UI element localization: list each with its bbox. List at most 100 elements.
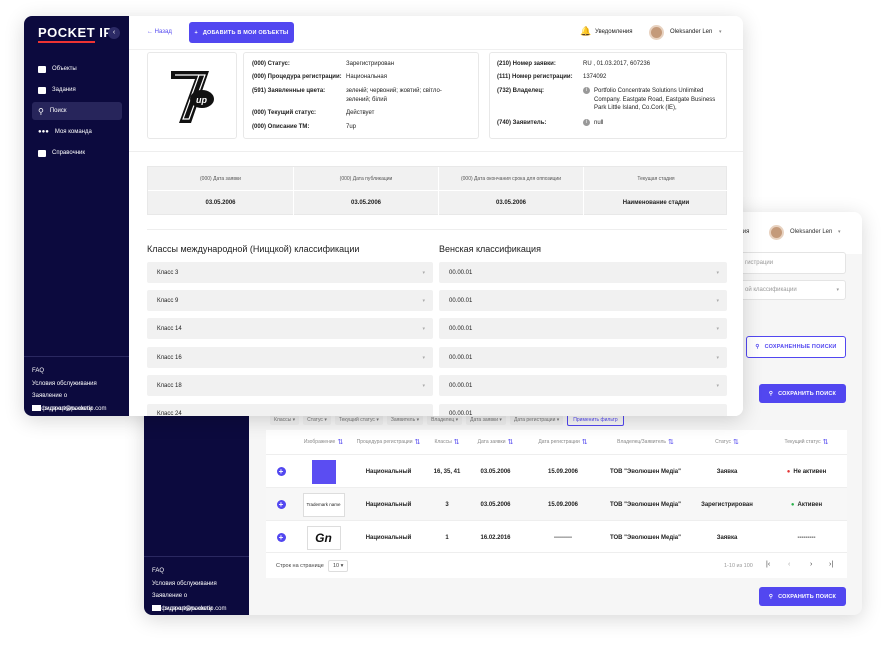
filter-classes[interactable]: Классы ▾ bbox=[270, 415, 300, 425]
status-dot-icon: ● bbox=[786, 468, 791, 475]
add-icon[interactable]: + bbox=[276, 467, 286, 476]
add-icon[interactable]: + bbox=[276, 500, 286, 509]
notifications-link[interactable]: Уведомления bbox=[595, 29, 633, 35]
brand-logo[interactable]: POCKET IP bbox=[38, 25, 113, 40]
class-select[interactable]: ой классификации ▾ bbox=[736, 280, 846, 300]
cell-procedure: Национальный bbox=[365, 468, 412, 475]
filter-status[interactable]: Статус ▾ bbox=[303, 415, 331, 425]
avatar[interactable] bbox=[649, 25, 664, 40]
chevron-down-icon[interactable]: ▾ bbox=[719, 29, 722, 35]
save-search-button-bottom[interactable]: ⚲ СОХРАНИТЬ ПОИСК bbox=[759, 587, 846, 606]
first-page-icon[interactable]: |‹ bbox=[766, 561, 770, 568]
vienna-class-item[interactable]: 00.00.01 ▾ bbox=[439, 375, 727, 396]
nice-class-item[interactable]: Класс 14 ▾ bbox=[147, 318, 433, 339]
col-procedure[interactable]: Процедура регистрации ⇅ bbox=[351, 430, 426, 454]
filter-current-status[interactable]: Текущий статус ▾ bbox=[334, 415, 383, 425]
table-row[interactable]: + Национальный 16, 35, 41 03.05.2006 15.… bbox=[266, 454, 847, 487]
add-icon[interactable]: + bbox=[276, 533, 286, 542]
sort-icon: ⇅ bbox=[414, 439, 421, 446]
col-owner[interactable]: Владелец/Заявитель ⇅ bbox=[603, 430, 688, 454]
filter-applicant[interactable]: Заявитель ▾ bbox=[386, 415, 424, 425]
cell-classes: 1 bbox=[445, 534, 449, 541]
sidebar-item-tasks[interactable]: Задания bbox=[32, 81, 122, 99]
chevron-down-icon: ▾ bbox=[422, 269, 425, 276]
chevron-down-icon: ▾ bbox=[716, 354, 719, 361]
nice-class-item[interactable]: Класс 3 ▾ bbox=[147, 262, 433, 283]
col-filed[interactable]: Дата заявки ⇅ bbox=[468, 430, 523, 454]
col-registered[interactable]: Дата регистрации ⇅ bbox=[523, 430, 603, 454]
privacy-link[interactable]: Заявление о конфиденциальности bbox=[32, 390, 129, 412]
chevron-down-icon[interactable]: ▾ bbox=[838, 229, 841, 235]
last-page-icon[interactable]: ›| bbox=[829, 561, 833, 568]
description-value: 7up bbox=[346, 124, 357, 130]
section-divider bbox=[129, 151, 743, 152]
date-header: (000) Дата публикации bbox=[294, 167, 438, 191]
info-icon[interactable]: i bbox=[583, 119, 590, 126]
sidebar-footer: FAQ Условия обслуживания Заявление о кон… bbox=[24, 356, 129, 416]
nice-class-item[interactable]: Класс 24 bbox=[147, 404, 433, 417]
cell-classes: 16, 35, 41 bbox=[433, 468, 461, 475]
saved-searches-button[interactable]: ⚲ СОХРАНЕННЫЕ ПОИСКИ bbox=[746, 336, 846, 358]
collapse-sidebar-icon[interactable]: ‹ bbox=[108, 27, 120, 39]
col-current-status[interactable]: Текущий статус ⇅ bbox=[766, 430, 847, 454]
support-email[interactable]: support@pocketip.com bbox=[32, 403, 129, 416]
add-to-my-objects-button[interactable]: + ДОБАВИТЬ В МОИ ОБЪЕКТЫ bbox=[189, 22, 294, 43]
user-name[interactable]: Oleksander Len bbox=[790, 229, 832, 235]
vienna-class-item[interactable]: 00.00.01 ▾ bbox=[439, 318, 727, 339]
col-image[interactable]: Изображение ⇅ bbox=[296, 430, 351, 454]
current-status-value: Действует bbox=[346, 110, 375, 116]
trademark-image bbox=[311, 459, 336, 484]
faq-link[interactable]: FAQ bbox=[152, 565, 249, 578]
chevron-down-icon: ▾ bbox=[422, 382, 425, 389]
sidebar-item-reference[interactable]: Справочник bbox=[32, 144, 122, 162]
vienna-class-item[interactable]: 00.00.01 bbox=[439, 404, 727, 417]
mail-icon bbox=[152, 604, 161, 611]
user-name[interactable]: Oleksander Len bbox=[670, 29, 712, 35]
filter-reg-date[interactable]: Дата регистрации ▾ bbox=[509, 415, 564, 425]
cell-filed: 16.02.2016 bbox=[480, 534, 511, 541]
sort-icon: ⇅ bbox=[732, 439, 739, 446]
search-input[interactable]: гистрации bbox=[736, 252, 846, 274]
info-icon[interactable]: i bbox=[583, 87, 590, 94]
cell-classes: 3 bbox=[445, 501, 449, 508]
vienna-class-item[interactable]: 00.00.01 ▾ bbox=[439, 347, 727, 368]
table-row[interactable]: + Gn Национальный 1 16.02.2016 ---------… bbox=[266, 520, 847, 553]
cell-current-status: --------- bbox=[797, 534, 816, 541]
vienna-class-item[interactable]: 00.00.01 ▾ bbox=[439, 290, 727, 311]
chevron-down-icon: ▾ bbox=[716, 269, 719, 276]
sidebar: POCKET IP ‹ Объекты Задания ⚲ Поиск ●●● Мо… bbox=[24, 16, 129, 416]
save-search-button[interactable]: ⚲ СОХРАНИТЬ ПОИСК bbox=[759, 384, 846, 403]
support-email[interactable]: support@pocketip.com bbox=[152, 603, 249, 616]
procedure-value: Национальная bbox=[346, 74, 387, 80]
app-number-value: RU , 01.03.2017, 607236 bbox=[583, 61, 651, 67]
status-card: (000) Статус: Зарегистрирован (000) Проц… bbox=[243, 52, 479, 139]
search-icon: ⚲ bbox=[768, 593, 774, 600]
cell-filed: 03.05.2006 bbox=[480, 468, 511, 475]
cell-current-status: ● Не активен bbox=[786, 468, 827, 475]
nice-class-item[interactable]: Класс 9 ▾ bbox=[147, 290, 433, 311]
terms-link[interactable]: Условия обслуживания bbox=[152, 578, 249, 591]
sidebar-item-search[interactable]: ⚲ Поиск bbox=[32, 102, 122, 120]
sidebar-item-objects[interactable]: Объекты bbox=[32, 60, 122, 78]
next-page-icon[interactable]: › bbox=[810, 561, 812, 568]
terms-link[interactable]: Условия обслуживания bbox=[32, 378, 129, 391]
prev-page-icon[interactable]: ‹ bbox=[788, 561, 790, 568]
rows-per-page-select[interactable]: 10 ▾ bbox=[328, 560, 349, 572]
privacy-link[interactable]: Заявление о конфиденциальности bbox=[152, 590, 249, 612]
bell-icon[interactable]: 🔔 bbox=[580, 26, 591, 37]
back-link[interactable]: ← Назад bbox=[147, 29, 172, 35]
table-row[interactable]: + Trademark name Национальный 3 03.05.20… bbox=[266, 487, 847, 520]
vienna-class-item[interactable]: 00.00.01 ▾ bbox=[439, 262, 727, 283]
rows-per-page-label: Строк на странице bbox=[276, 563, 324, 569]
col-status[interactable]: Статус ⇅ bbox=[688, 430, 766, 454]
date-value: 03.05.2006 bbox=[495, 200, 527, 206]
avatar[interactable] bbox=[769, 225, 784, 240]
sort-icon: ⇅ bbox=[507, 439, 514, 446]
cell-status: Заявка bbox=[716, 468, 738, 475]
trademark-logo: up bbox=[171, 70, 214, 123]
faq-link[interactable]: FAQ bbox=[32, 365, 129, 378]
sidebar-item-team[interactable]: ●●● Моя команда bbox=[32, 123, 122, 141]
nice-class-item[interactable]: Класс 16 ▾ bbox=[147, 347, 433, 368]
nice-class-item[interactable]: Класс 18 ▾ bbox=[147, 375, 433, 396]
col-classes[interactable]: Классы ⇅ bbox=[426, 430, 468, 454]
